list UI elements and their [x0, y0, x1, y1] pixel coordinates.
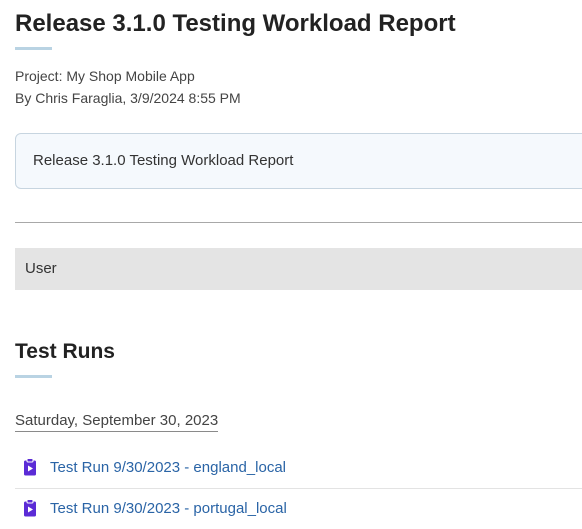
date-heading: Saturday, September 30, 2023: [15, 412, 219, 432]
test-run-icon: [23, 499, 37, 517]
group-header: User: [15, 248, 582, 290]
test-run-row: Test Run 9/30/2023 - portugal_local: [15, 490, 582, 529]
test-runs-heading: Test Runs: [15, 340, 115, 363]
heading-underline: [15, 375, 52, 378]
test-run-row: Test Run 9/30/2023 - england_local: [15, 449, 582, 489]
description-text: Release 3.1.0 Testing Workload Report: [33, 152, 294, 169]
test-run-icon: [23, 458, 37, 476]
report-page: Release 3.1.0 Testing Workload Report Pr…: [0, 0, 582, 529]
report-title: Release 3.1.0 Testing Workload Report: [15, 10, 456, 37]
section-divider: [15, 222, 582, 223]
test-run-link[interactable]: Test Run 9/30/2023 - england_local: [50, 459, 286, 476]
test-run-link[interactable]: Test Run 9/30/2023 - portugal_local: [50, 500, 287, 517]
group-label: User: [25, 260, 57, 277]
project-line: Project: My Shop Mobile App: [15, 68, 195, 84]
title-underline: [15, 47, 52, 50]
author-line: By Chris Faraglia, 3/9/2024 8:55 PM: [15, 90, 241, 106]
description-box: Release 3.1.0 Testing Workload Report: [15, 133, 582, 189]
